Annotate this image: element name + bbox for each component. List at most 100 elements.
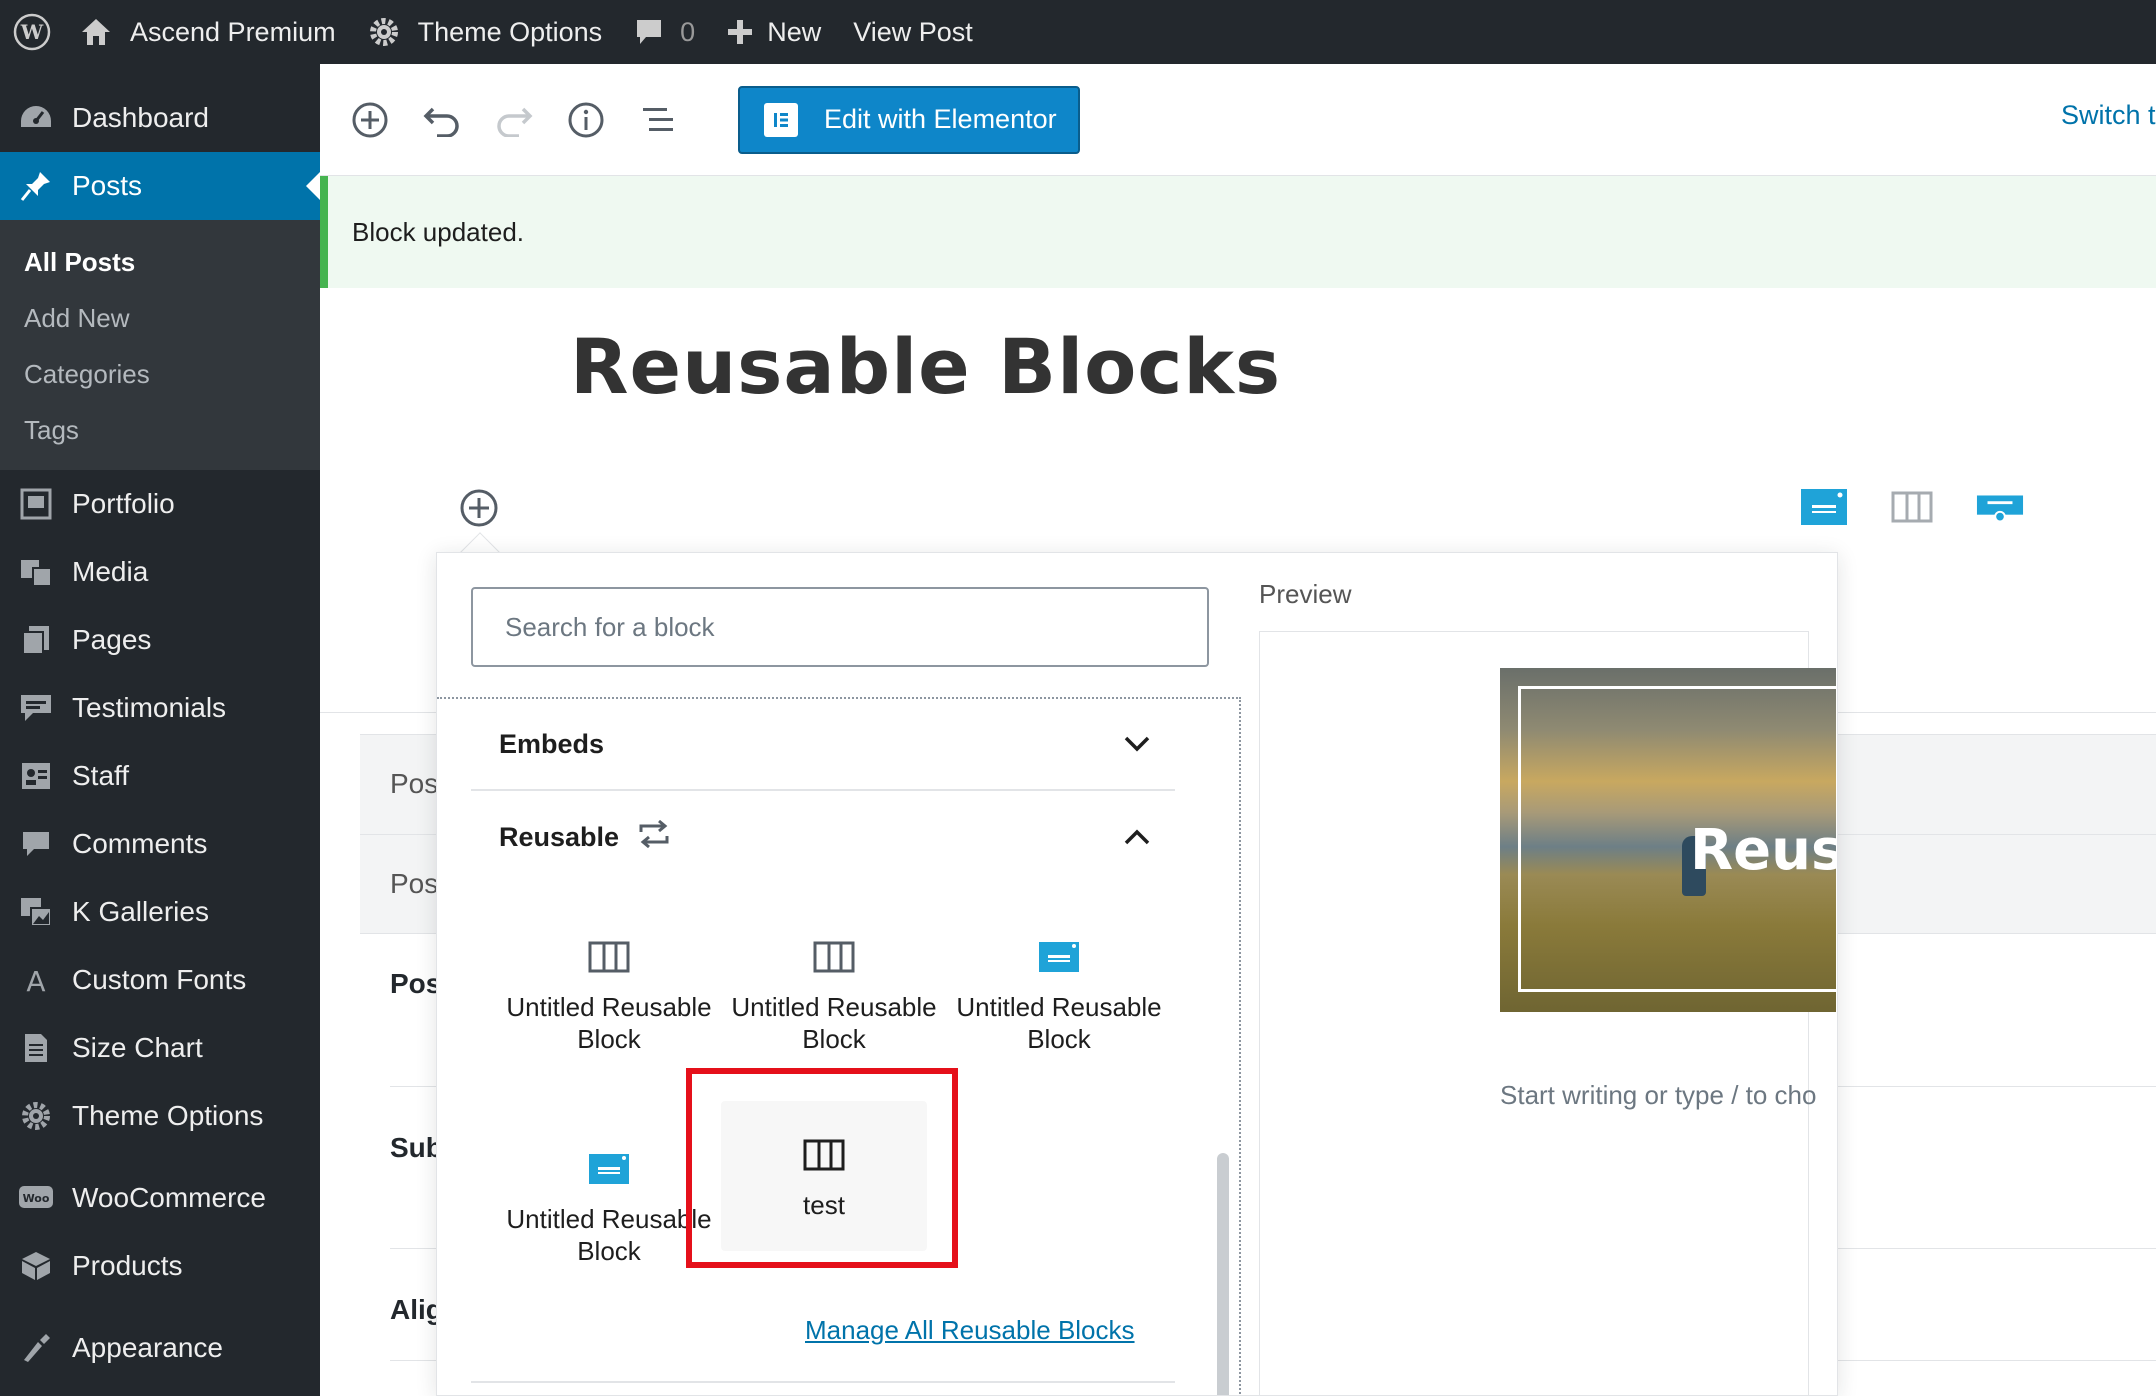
theme-options-label: Theme Options — [417, 16, 603, 47]
plus-circle-icon — [352, 102, 388, 137]
sidebar-item-label: Portfolio — [72, 488, 175, 519]
comments-count: 0 — [680, 16, 696, 47]
site-name-label: Ascend Premium — [130, 16, 336, 47]
admin-sidebar: Dashboard Posts All Posts Add New Catego… — [0, 64, 320, 1396]
sidebar-item-appearance[interactable]: Appearance — [0, 1314, 320, 1382]
meta-label: Pos — [390, 868, 439, 899]
columns-icon[interactable] — [1888, 487, 1936, 527]
chevron-up-icon — [1123, 822, 1151, 853]
scrollbar[interactable] — [1217, 1153, 1229, 1395]
embeds-panel-toggle[interactable]: Embeds — [471, 699, 1175, 791]
sidebar-item-label: K Galleries — [72, 896, 209, 927]
galleries-icon — [18, 894, 54, 930]
content-info-button[interactable] — [558, 92, 614, 148]
cover-block-icon[interactable] — [1800, 487, 1848, 527]
redo-button[interactable] — [486, 92, 542, 148]
elementor-icon — [764, 102, 798, 137]
sidebar-item-portfolio[interactable]: Portfolio — [0, 470, 320, 538]
media-block-icon[interactable] — [1976, 487, 2024, 527]
new-label: New — [767, 16, 822, 47]
sidebar-item-label: Pages — [72, 624, 152, 655]
info-icon — [568, 102, 604, 137]
block-navigation-button[interactable] — [630, 92, 686, 148]
panel-label: Reusable — [499, 821, 620, 852]
submenu-tags[interactable]: Tags — [0, 402, 320, 458]
portfolio-icon — [18, 486, 54, 522]
view-post-link[interactable]: View Post — [837, 0, 989, 64]
comment-bubble-icon — [634, 17, 664, 47]
pages-icon — [18, 622, 54, 658]
svg-text:A: A — [26, 965, 45, 995]
edit-with-elementor-button[interactable]: Edit with Elementor — [738, 85, 1080, 154]
submenu-add-new[interactable]: Add New — [0, 290, 320, 346]
panel-label: Embeds — [499, 728, 605, 759]
switch-to-draft-link[interactable]: Switch t — [2061, 100, 2156, 131]
sidebar-item-label: Testimonials — [72, 692, 227, 723]
sidebar-item-label: Posts — [72, 170, 143, 201]
cover-blue-icon — [1038, 911, 1080, 973]
site-name-link[interactable]: Ascend Premium — [64, 0, 352, 64]
sidebar-item-theme-options[interactable]: Theme Options — [0, 1082, 320, 1150]
gear-icon — [368, 16, 400, 48]
list-icon — [643, 107, 673, 131]
sidebar-item-staff[interactable]: Staff — [0, 742, 320, 810]
sidebar-item-posts[interactable]: Posts — [0, 152, 320, 220]
sidebar-item-label: Dashboard — [72, 102, 209, 133]
preview-placeholder-text: Start writing or type / to cho — [1500, 1080, 1817, 1110]
size-chart-icon — [18, 1030, 54, 1066]
sidebar-item-label: WooCommerce — [72, 1182, 266, 1213]
suggested-blocks — [1800, 487, 2024, 527]
sidebar-item-dashboard[interactable]: Dashboard — [0, 84, 320, 152]
admin-bar: W Ascend Premium Theme Options 0 New Vie… — [0, 0, 2156, 64]
submenu-all-posts[interactable]: All Posts — [0, 234, 320, 290]
sidebar-item-pages[interactable]: Pages — [0, 606, 320, 674]
sidebar-item-size-chart[interactable]: Size Chart — [0, 1014, 320, 1082]
view-post-label: View Post — [853, 16, 973, 47]
sidebar-item-testimonials[interactable]: Testimonials — [0, 674, 320, 742]
sidebar-item-media[interactable]: Media — [0, 538, 320, 606]
cover-blue-icon — [588, 1123, 630, 1185]
post-title[interactable]: Reusable Blocks — [570, 322, 1281, 411]
svg-text:Woo: Woo — [23, 1192, 50, 1205]
reusable-icon — [637, 819, 671, 855]
manage-reusable-blocks-link[interactable]: Manage All Reusable Blocks — [805, 1315, 1135, 1346]
reusable-block-item[interactable]: Untitled Reusable Block — [947, 911, 1171, 1101]
sidebar-item-label: Custom Fonts — [72, 964, 247, 995]
meta-label: Alig — [390, 1294, 440, 1325]
block-search-input[interactable] — [471, 587, 1209, 667]
preview-label: Preview — [1259, 579, 1352, 609]
chevron-down-icon — [1123, 729, 1151, 760]
new-content-link[interactable]: New — [711, 0, 837, 64]
staff-icon — [18, 758, 54, 794]
sidebar-item-label: Media — [72, 556, 149, 587]
elementor-label: Edit with Elementor — [824, 104, 1057, 134]
columns-icon — [588, 911, 630, 973]
testimonials-icon — [18, 690, 54, 726]
block-label: Untitled Reusable Block — [731, 992, 937, 1054]
wordpress-logo-icon[interactable]: W — [0, 0, 64, 64]
gear-icon — [18, 1098, 54, 1134]
pin-icon — [18, 168, 54, 204]
theme-options-link[interactable]: Theme Options — [352, 0, 619, 64]
sidebar-item-comments[interactable]: Comments — [0, 810, 320, 878]
plus-icon — [727, 19, 753, 45]
reusable-panel-toggle[interactable]: Reusable — [471, 791, 1175, 883]
inline-inserter-button[interactable] — [458, 487, 500, 529]
media-icon — [18, 554, 54, 590]
undo-icon — [423, 107, 459, 137]
dashboard-icon — [18, 100, 54, 136]
sidebar-item-custom-fonts[interactable]: A Custom Fonts — [0, 946, 320, 1014]
meta-label: Pos — [390, 968, 440, 999]
add-block-button[interactable] — [342, 92, 398, 148]
sidebar-item-label: Products — [72, 1250, 183, 1281]
submenu-categories[interactable]: Categories — [0, 346, 320, 402]
comments-link[interactable]: 0 — [618, 0, 711, 64]
sidebar-item-products[interactable]: Products — [0, 1232, 320, 1300]
preview-cover-image: Reusa — [1500, 668, 1836, 1012]
sidebar-item-woocommerce[interactable]: Woo WooCommerce — [0, 1164, 320, 1232]
home-icon — [80, 17, 112, 47]
plus-circle-icon — [460, 489, 498, 527]
undo-button[interactable] — [414, 92, 470, 148]
sidebar-item-galleries[interactable]: K Galleries — [0, 878, 320, 946]
highlight-box — [686, 1068, 958, 1268]
